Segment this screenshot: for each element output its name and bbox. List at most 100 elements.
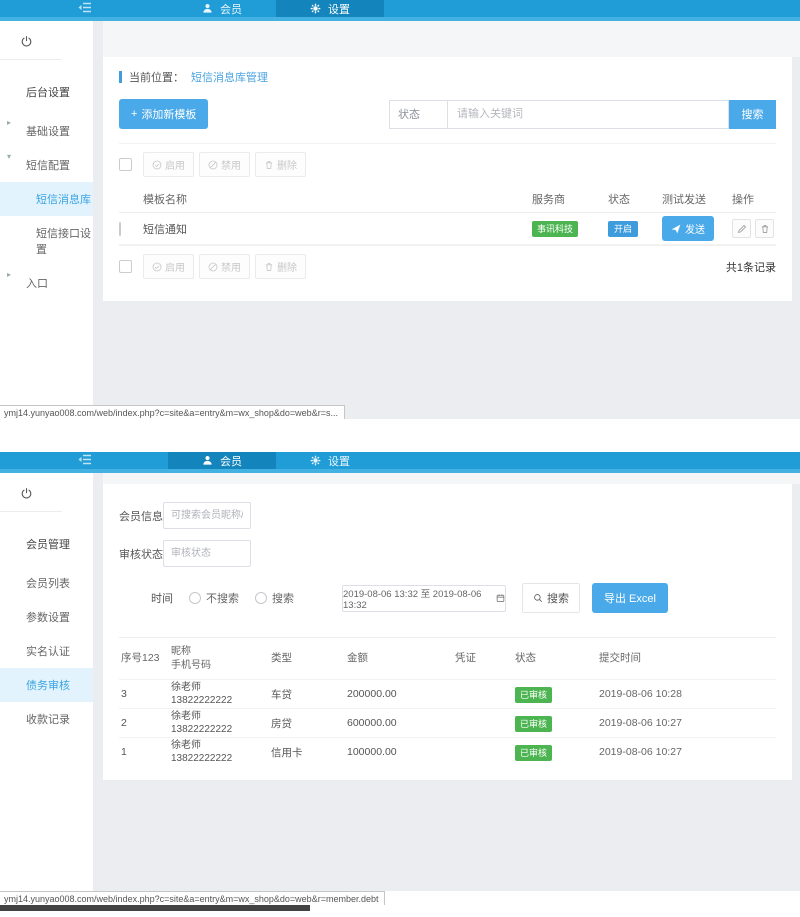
review-status-input[interactable] <box>163 540 251 567</box>
add-template-button[interactable]: + 添加新模板 <box>119 99 208 129</box>
status-badge: 已审核 <box>515 687 552 703</box>
amount: 200000.00 <box>347 688 455 700</box>
circle-check-icon <box>152 262 162 272</box>
browser-status-row: ymj14.yunyao008.com/web/index.php?c=site… <box>0 891 800 905</box>
table-row: 3 徐老师 13822222222 车贷 200000.00 已审核 2019-… <box>119 679 776 708</box>
sidebar-item-sms-library[interactable]: 短信消息库 <box>0 182 93 216</box>
content-top-gap <box>103 473 800 484</box>
amount: 100000.00 <box>347 746 455 758</box>
keyword-search-input[interactable] <box>447 100 729 129</box>
delete-button[interactable] <box>755 219 774 238</box>
sms-template-card: 当前位置： 短信消息库管理 + 添加新模板 状态 搜索 <box>103 57 792 301</box>
date-range-picker[interactable]: 2019-08-06 13:32 至 2019-08-06 13:32 <box>342 585 506 612</box>
search-button[interactable]: 搜索 <box>522 583 580 613</box>
tab-settings[interactable]: 设置 <box>276 0 384 17</box>
status-badge: 已审核 <box>515 716 552 732</box>
radio-no-search[interactable]: 不搜索 <box>189 590 239 606</box>
export-excel-button[interactable]: 导出 Excel <box>592 583 668 613</box>
sidebar-item-member-list[interactable]: 会员列表 <box>0 566 93 600</box>
sidebar-collapse-button[interactable] <box>0 0 168 17</box>
tab-settings[interactable]: 设置 <box>276 452 384 469</box>
trash-icon <box>264 262 274 272</box>
search-button[interactable]: 搜索 <box>729 100 776 129</box>
sidebar-item-param-settings[interactable]: 参数设置 <box>0 600 93 634</box>
row-checkbox[interactable] <box>119 222 121 236</box>
breadcrumb-current-link[interactable]: 短信消息库管理 <box>191 69 268 85</box>
sidebar-item-sms-interface[interactable]: 短信接口设置 <box>0 216 93 266</box>
row-index: 2 <box>119 717 171 729</box>
loan-type: 信用卡 <box>271 745 347 760</box>
radio-circle-icon <box>189 592 201 604</box>
sidebar: 后台设置 ▸ 基础设置 ▾ 短信配置 短信消息库 短信接口设置 ▸ 入口 <box>0 21 93 405</box>
radio-circle-icon <box>255 592 267 604</box>
status-filter-select[interactable]: 状态 <box>389 100 447 129</box>
circle-check-icon <box>152 160 162 170</box>
sidebar-item-sms-config[interactable]: ▾ 短信配置 <box>0 148 93 182</box>
submit-time: 2019-08-06 10:27 <box>599 717 776 729</box>
pencil-icon <box>737 224 747 234</box>
sidebar-section-title: 会员管理 <box>0 526 93 566</box>
tab-member[interactable]: 会员 <box>168 0 276 17</box>
bulk-delete-button[interactable]: 删除 <box>255 254 306 279</box>
member-search-input[interactable] <box>163 502 251 529</box>
tab-member-label: 会员 <box>220 453 242 469</box>
screen-sms-templates: 会员 设置 后台设置 ▸ 基础设置 ▾ 短信配置 短信消息库 <box>0 0 800 419</box>
bulk-disable-button[interactable]: 禁用 <box>199 254 250 279</box>
sidebar: 会员管理 会员列表 参数设置 实名认证 债务审核 收款记录 <box>0 473 93 891</box>
bulk-delete-button[interactable]: 删除 <box>255 152 306 177</box>
logout-button[interactable] <box>0 29 93 59</box>
sidebar-item-payment-records[interactable]: 收款记录 <box>0 702 93 736</box>
sidebar-item-basic-settings[interactable]: ▸ 基础设置 <box>0 114 93 148</box>
sidebar-section-title: 后台设置 <box>0 74 93 114</box>
top-navbar: 会员 设置 <box>0 0 800 21</box>
member-cell: 徐老师 13822222222 <box>171 710 271 737</box>
sidebar-divider <box>0 511 62 512</box>
breadcrumb: 当前位置： 短信消息库管理 <box>119 69 776 85</box>
screens-gap <box>0 419 800 452</box>
paper-plane-icon <box>671 224 681 234</box>
bulk-enable-button[interactable]: 启用 <box>143 254 194 279</box>
user-icon <box>202 3 213 14</box>
edit-button[interactable] <box>732 219 751 238</box>
sidebar-item-debt-review[interactable]: 债务审核 <box>0 668 93 702</box>
tab-settings-label: 设置 <box>328 1 350 17</box>
status-badge: 已审核 <box>515 745 552 761</box>
trash-icon <box>760 224 770 234</box>
row-index: 1 <box>119 746 171 758</box>
collapse-menu-icon <box>78 0 91 18</box>
status-badge: 开启 <box>608 221 638 237</box>
search-input-group: 状态 搜索 <box>389 100 776 129</box>
bulk-disable-button[interactable]: 禁用 <box>199 152 250 177</box>
sidebar-collapse-button[interactable] <box>0 452 168 469</box>
calendar-icon <box>496 593 505 603</box>
debt-review-card: 会员信息 审核状态 时间 不搜索 搜索 <box>103 484 792 780</box>
gear-icon <box>310 3 321 14</box>
link-preview-url: ymj14.yunyao008.com/web/index.php?c=site… <box>0 405 345 419</box>
record-count: 共1条记录 <box>726 259 776 275</box>
tab-member[interactable]: 会员 <box>168 452 276 469</box>
provider-badge: 事讯科技 <box>532 221 578 237</box>
chevron-down-icon: ▾ <box>7 152 11 161</box>
bulk-enable-button[interactable]: 启用 <box>143 152 194 177</box>
radio-search[interactable]: 搜索 <box>255 590 294 606</box>
sidebar-item-realname-auth[interactable]: 实名认证 <box>0 634 93 668</box>
logout-button[interactable] <box>0 481 93 511</box>
template-table-row: 短信通知 事讯科技 开启 发送 <box>119 213 776 245</box>
select-all-checkbox[interactable] <box>119 260 132 273</box>
member-cell: 徐老师 13822222222 <box>171 681 271 708</box>
review-status-label: 审核状态 <box>119 546 163 562</box>
test-send-button[interactable]: 发送 <box>662 216 714 241</box>
amount: 600000.00 <box>347 717 455 729</box>
link-preview-url: ymj14.yunyao008.com/web/index.php?c=site… <box>0 891 385 905</box>
select-all-checkbox[interactable] <box>119 158 132 171</box>
circle-slash-icon <box>208 160 218 170</box>
sidebar-item-entry[interactable]: ▸ 入口 <box>0 266 93 300</box>
debt-table-header: 序号123 昵称 手机号码 类型 金额 凭证 状态 提交时间 <box>119 637 776 679</box>
member-cell: 徐老师 13822222222 <box>171 739 271 766</box>
trash-icon <box>264 160 274 170</box>
debt-table: 序号123 昵称 手机号码 类型 金额 凭证 状态 提交时间 3 <box>119 637 776 766</box>
row-index: 3 <box>119 688 171 700</box>
submit-time: 2019-08-06 10:28 <box>599 688 776 700</box>
member-info-label: 会员信息 <box>119 508 163 524</box>
breadcrumb-prefix: 当前位置： <box>129 69 184 85</box>
